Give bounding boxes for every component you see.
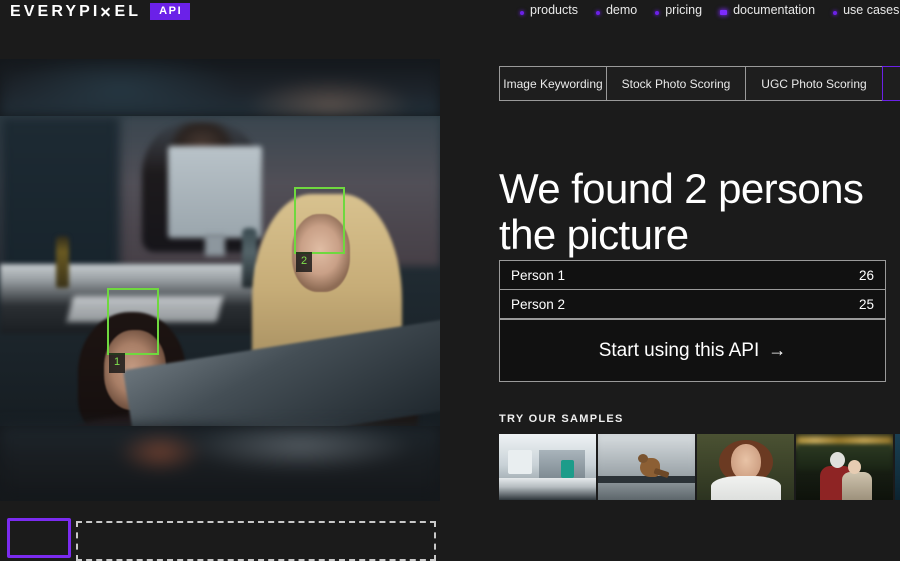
- sample-thumbnail-next-cropped[interactable]: [895, 434, 900, 500]
- sample-tablet: [561, 460, 574, 478]
- logo-text-part1: EVERYPI: [10, 2, 101, 20]
- headline-line-2: the picture: [499, 211, 689, 259]
- sample-image: [499, 434, 596, 500]
- table-row: Person 2 25: [500, 290, 885, 319]
- result-label: Person 1: [511, 267, 566, 283]
- upload-bar: [0, 507, 460, 561]
- sample-thumbnails: [499, 434, 900, 500]
- samples-heading: TRY OUR SAMPLES: [499, 413, 624, 425]
- sample-image: [697, 434, 794, 500]
- analyzed-photo-panel: 2 1: [0, 59, 440, 501]
- photo-background-bottle: [56, 236, 69, 288]
- everypixel-logo[interactable]: EVERYPI EL API: [10, 2, 191, 20]
- sample-railing: [598, 476, 695, 483]
- face-detection-box-2: 2: [294, 187, 345, 272]
- sample-thumbnail-woman[interactable]: [697, 434, 794, 500]
- logo-x-icon: [100, 5, 111, 18]
- start-using-api-button[interactable]: Start using this API →: [500, 319, 885, 381]
- result-value: 25: [858, 296, 874, 312]
- result-value: 26: [858, 267, 874, 283]
- sample-shirt: [711, 476, 781, 500]
- upload-button[interactable]: [7, 518, 71, 558]
- image-dropzone[interactable]: [76, 521, 436, 561]
- sample-face: [731, 444, 761, 480]
- photo-image: [0, 116, 440, 426]
- photo-blur-top-band: [0, 59, 440, 116]
- api-tabs: Image Keywording Stock Photo Scoring UGC…: [499, 66, 900, 101]
- sample-image: [598, 434, 695, 500]
- sample-woman-body: [842, 472, 872, 500]
- api-badge: API: [150, 3, 191, 20]
- face-detection-label-2: 2: [296, 252, 313, 272]
- sample-image: [895, 434, 900, 500]
- table-row: Person 1 26: [500, 261, 885, 290]
- tab-ugc-photo-scoring[interactable]: UGC Photo Scoring: [745, 66, 882, 101]
- tab-active-cropped[interactable]: [882, 66, 900, 101]
- detection-results-table: Person 1 26 Person 2 25 Start using this…: [499, 260, 886, 382]
- sample-man-head: [830, 452, 845, 468]
- results-panel: Image Keywording Stock Photo Scoring UGC…: [499, 0, 900, 535]
- sample-image: [796, 434, 893, 500]
- sample-desk: [499, 478, 596, 500]
- photo-blur-bottom-band: [0, 426, 440, 501]
- logo-text-part2: EL: [114, 2, 142, 20]
- arrow-right-icon: →: [768, 340, 787, 360]
- sample-monitor: [508, 450, 532, 474]
- photo-background-monitor-stand: [205, 234, 225, 256]
- sample-woman-head: [848, 460, 861, 474]
- result-label: Person 2: [511, 296, 566, 312]
- tab-image-keywording[interactable]: Image Keywording: [499, 66, 606, 101]
- page-title: We found 2 persons the picture: [499, 166, 900, 258]
- sample-thumbnail-office-desk[interactable]: [499, 434, 596, 500]
- sample-thumbnail-couple[interactable]: [796, 434, 893, 500]
- tab-stock-photo-scoring[interactable]: Stock Photo Scoring: [606, 66, 745, 101]
- face-detection-box-1: 1: [107, 288, 159, 373]
- photo-background-monitor: [168, 146, 262, 238]
- logo-text: EVERYPI EL: [10, 2, 142, 20]
- sample-bird-head: [638, 454, 648, 463]
- sample-thumbnail-bird[interactable]: [598, 434, 695, 500]
- headline-line-1: We found 2 persons: [499, 165, 864, 213]
- face-detection-label-1: 1: [109, 353, 126, 373]
- cta-label: Start using this API: [598, 339, 760, 361]
